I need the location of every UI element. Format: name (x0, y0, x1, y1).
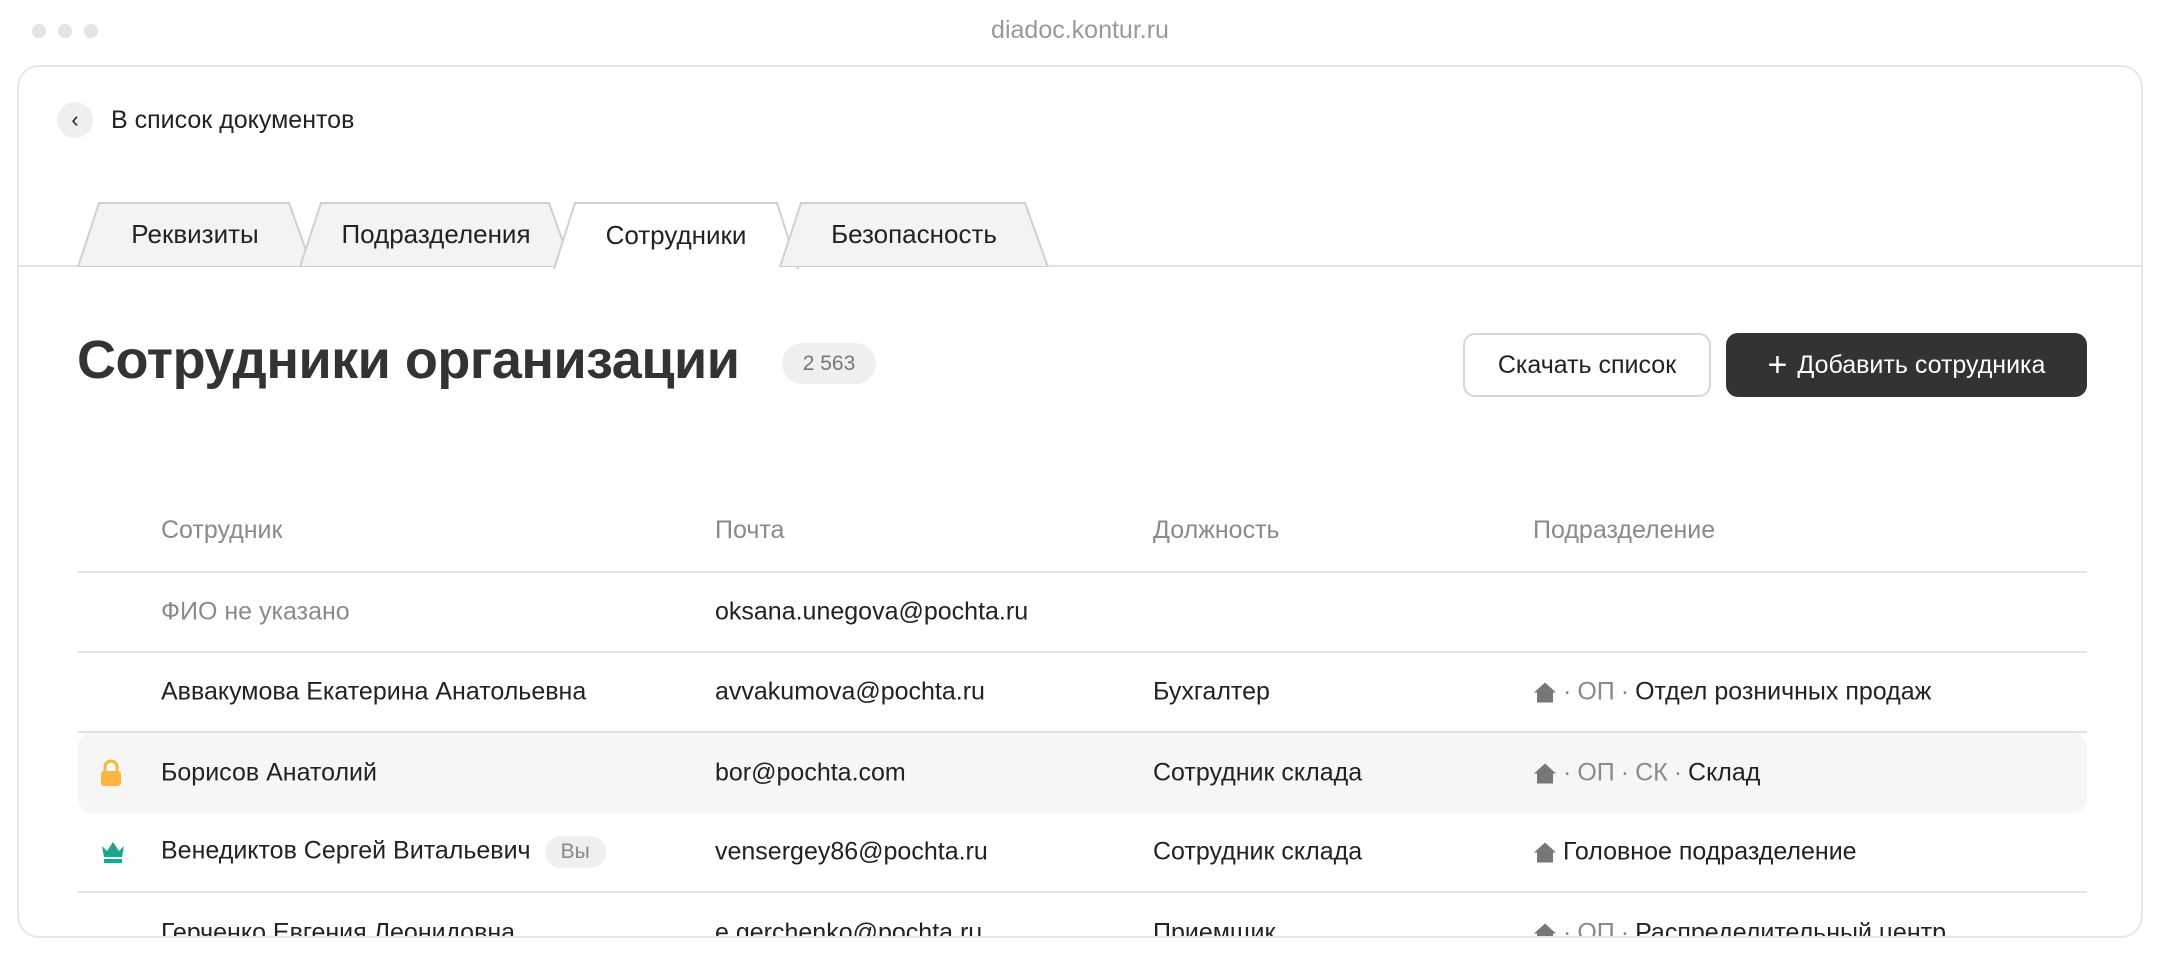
download-list-button[interactable]: Скачать список (1463, 333, 1711, 397)
column-header-division[interactable]: Подразделение (1533, 516, 1715, 545)
column-header-email[interactable]: Почта (715, 516, 784, 545)
employee-position: Бухгалтер (1153, 677, 1270, 706)
path-separator: · (1673, 758, 1683, 787)
division-path: ОП (1577, 918, 1615, 938)
home-icon (1534, 842, 1556, 862)
table-row[interactable]: Герченко Евгения Леонидовна e.gerchenko@… (78, 893, 2087, 938)
employee-email: avvakumova@pochta.ru (715, 677, 985, 706)
employee-email: oksana.unegova@pochta.ru (715, 597, 1029, 626)
employee-division: · ОП · Отдел розничных продаж (1533, 678, 1931, 707)
path-separator: · (1563, 677, 1572, 706)
employee-division: · ОП · Распределительный центр (1533, 918, 1946, 938)
division-path: ОП (1577, 677, 1615, 706)
employee-email: bor@pochta.com (715, 758, 906, 787)
plus-icon: + (1767, 346, 1788, 384)
table-row[interactable]: ФИО не указано oksana.unegova@pochta.ru (78, 573, 2087, 653)
tab-requisites[interactable]: Реквизиты (77, 202, 313, 267)
tab-label: Безопасность (831, 219, 997, 249)
column-header-employee[interactable]: Сотрудник (161, 516, 282, 545)
tab-divisions[interactable]: Подразделения (299, 202, 573, 267)
tab-label: Сотрудники (605, 220, 747, 250)
back-link-label: В список документов (111, 105, 355, 134)
employee-name: Герченко Евгения Леонидовна (161, 918, 516, 938)
employee-name: Венедиктов Сергей Витальевич (161, 836, 531, 865)
address-url[interactable]: diadoc.kontur.ru (0, 16, 2160, 45)
tab-label: Реквизиты (131, 219, 259, 249)
add-employee-button[interactable]: + Добавить сотрудника (1726, 333, 2087, 397)
employee-division: · ОП · СК · Склад (1533, 759, 1760, 788)
home-icon (1534, 763, 1556, 783)
page-card: ‹ В список документов Реквизиты Подразде… (17, 65, 2143, 938)
table-header: Сотрудник Почта Должность Подразделение (78, 447, 2087, 573)
table-row[interactable]: Венедиктов Сергей Витальевич Вы vensergey… (78, 813, 2087, 893)
employee-position: Приемщик (1153, 918, 1276, 938)
employee-division: Головное подразделение (1533, 838, 1857, 867)
column-header-position[interactable]: Должность (1153, 516, 1280, 545)
table-row[interactable]: Борисов Анатолий bor@pochta.com Сотрудни… (78, 733, 2087, 813)
chevron-left-icon[interactable]: ‹ (57, 102, 93, 138)
employee-name: ФИО не указано (161, 597, 350, 626)
download-label: Скачать список (1497, 350, 1677, 379)
division-name: Отдел розничных продаж (1635, 677, 1932, 706)
employee-position: Сотрудник склада (1153, 837, 1363, 866)
path-separator: · (1620, 758, 1630, 787)
path-separator: · (1563, 918, 1572, 938)
page-title: Сотрудники организации (77, 330, 740, 390)
employee-name: Аввакумова Екатерина Анатольевна (161, 677, 587, 706)
back-link[interactable]: ‹ В список документов (57, 102, 354, 138)
table-row[interactable]: Аввакумова Екатерина Анатольевна avvakum… (78, 653, 2087, 733)
division-path: СК (1635, 758, 1668, 787)
tab-label: Подразделения (341, 219, 531, 249)
crown-icon (102, 842, 124, 863)
lock-icon (101, 759, 121, 786)
you-badge: Вы (544, 836, 606, 868)
division-path: ОП (1577, 758, 1615, 787)
home-icon (1534, 682, 1556, 702)
employee-name-cell: Венедиктов Сергей Витальевич Вы (161, 836, 606, 868)
employee-email: vensergey86@pochta.ru (715, 837, 988, 866)
tab-employees[interactable]: Сотрудники (553, 202, 799, 269)
division-name: Головное подразделение (1563, 837, 1857, 866)
path-separator: · (1620, 918, 1630, 938)
path-separator: · (1620, 677, 1630, 706)
employee-email: e.gerchenko@pochta.ru (715, 918, 983, 938)
home-icon (1534, 923, 1556, 936)
add-label: Добавить сотрудника (1797, 350, 2046, 379)
path-separator: · (1563, 758, 1572, 787)
division-name: Распределительный центр (1635, 918, 1946, 938)
division-name: Склад (1688, 758, 1761, 787)
employee-position: Сотрудник склада (1153, 758, 1363, 787)
tab-security[interactable]: Безопасность (779, 202, 1049, 267)
count-badge: 2 563 (782, 343, 876, 384)
employees-table: Сотрудник Почта Должность Подразделение … (78, 447, 2087, 938)
employee-name: Борисов Анатолий (161, 758, 377, 787)
